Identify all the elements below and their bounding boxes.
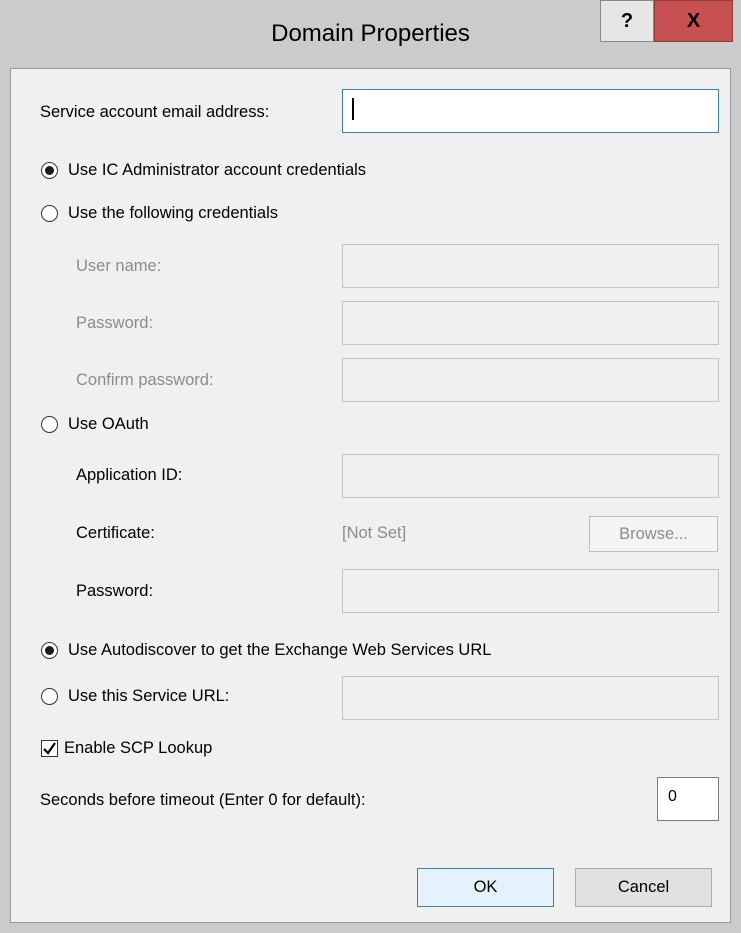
radio-following-circle[interactable] (41, 205, 58, 222)
close-button[interactable]: X (654, 0, 733, 42)
domain-properties-dialog: Domain Properties ? X Service account em… (0, 0, 741, 933)
radio-selected-dot (45, 646, 54, 655)
oauth-password-label: Password: (76, 582, 154, 600)
certificate-value: [Not Set] (342, 524, 407, 542)
password-label: Password: (76, 314, 154, 332)
confirm-password-input[interactable] (342, 358, 719, 402)
cancel-button-label: Cancel (617, 878, 670, 896)
radio-oauth-circle[interactable] (41, 416, 58, 433)
certificate-label: Certificate: (76, 524, 155, 542)
radio-service-url-label: Use this Service URL: (68, 687, 230, 705)
ok-button[interactable]: OK (417, 868, 554, 907)
application-id-input[interactable] (342, 454, 719, 498)
radio-following-credentials[interactable]: Use the following credentials (41, 204, 278, 223)
enable-scp-checkbox[interactable]: Enable SCP Lookup (41, 739, 212, 758)
checkmark-icon (43, 742, 56, 755)
username-label: User name: (76, 257, 162, 275)
help-button[interactable]: ? (600, 0, 654, 42)
close-icon: X (686, 9, 701, 32)
radio-ic-admin[interactable]: Use IC Administrator account credentials (41, 161, 366, 180)
radio-oauth[interactable]: Use OAuth (41, 415, 149, 434)
application-id-label: Application ID: (76, 466, 183, 484)
radio-service-url-circle[interactable] (41, 688, 58, 705)
service-url-input[interactable] (342, 676, 719, 720)
timeout-input[interactable]: 0 (657, 777, 719, 821)
service-account-label: Service account email address: (40, 103, 270, 121)
radio-following-label: Use the following credentials (68, 204, 279, 222)
radio-selected-dot (45, 166, 54, 175)
browse-button[interactable]: Browse... (589, 516, 718, 552)
radio-autodiscover-label: Use Autodiscover to get the Exchange Web… (68, 641, 492, 659)
enable-scp-label: Enable SCP Lookup (64, 739, 213, 757)
browse-button-label: Browse... (619, 524, 688, 543)
radio-autodiscover[interactable]: Use Autodiscover to get the Exchange Web… (41, 641, 491, 660)
radio-service-url[interactable]: Use this Service URL: (41, 687, 229, 706)
username-input[interactable] (342, 244, 719, 288)
dialog-body: Service account email address: Use IC Ad… (10, 68, 731, 923)
radio-ic-admin-label: Use IC Administrator account credentials (68, 161, 367, 179)
confirm-password-label: Confirm password: (76, 371, 214, 389)
cancel-button[interactable]: Cancel (575, 868, 712, 907)
help-icon: ? (620, 9, 634, 32)
radio-ic-admin-circle[interactable] (41, 162, 58, 179)
timeout-value: 0 (668, 788, 677, 805)
password-input[interactable] (342, 301, 719, 345)
oauth-password-input[interactable] (342, 569, 719, 613)
ok-button-label: OK (473, 878, 498, 896)
radio-autodiscover-circle[interactable] (41, 642, 58, 659)
service-account-email-input[interactable] (342, 89, 719, 133)
text-caret (352, 98, 354, 120)
timeout-label: Seconds before timeout (Enter 0 for defa… (40, 791, 366, 809)
radio-oauth-label: Use OAuth (68, 415, 149, 433)
scp-checkbox-box[interactable] (41, 740, 58, 757)
